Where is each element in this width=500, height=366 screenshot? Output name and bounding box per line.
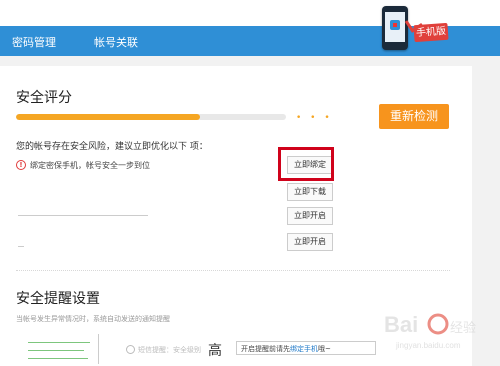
sms-reminder-radio[interactable] — [126, 345, 135, 354]
svg-text:经验: 经验 — [450, 320, 476, 336]
enable-reminder-tip: 开启提醒前请先绑定手机哦~ — [236, 341, 376, 355]
app-icon — [390, 20, 400, 30]
mobile-version-ribbon[interactable]: 手机版 — [413, 22, 449, 43]
top-bar — [0, 0, 500, 26]
warning-icon: ! — [16, 160, 26, 170]
security-level: 高 — [208, 343, 222, 359]
sms-reminder-label: 短信提醒：安全级别 — [138, 346, 201, 354]
bind-phone-text: 绑定密保手机，帐号安全一步到位 — [30, 161, 150, 170]
security-score-title: 安全评分 — [16, 90, 72, 106]
reminder-settings-title: 安全提醒设置 — [16, 291, 100, 307]
watermark-logo: Bai 经验 jingyan.baidu.com — [384, 312, 476, 350]
progress-dots: • • • — [296, 113, 333, 123]
nav-item-password-management[interactable]: 密码管理 — [12, 34, 56, 50]
security-score-progress — [16, 114, 286, 120]
green-line — [28, 350, 84, 351]
bind-phone-link[interactable]: 绑定手机 — [290, 345, 318, 353]
phone-screen — [385, 12, 405, 42]
green-line — [28, 342, 90, 343]
blurred-item-text — [18, 215, 148, 216]
tip-suffix: 哦~ — [318, 345, 331, 353]
progress-fill — [16, 114, 200, 120]
green-line — [28, 358, 88, 359]
enable-now-button-2[interactable]: 立即开启 — [287, 233, 333, 251]
svg-text:Bai: Bai — [384, 312, 418, 337]
svg-text:jingyan.baidu.com: jingyan.baidu.com — [395, 341, 461, 350]
recheck-button[interactable]: 重新检测 — [379, 104, 449, 129]
section-divider — [16, 270, 450, 271]
reminder-subtitle: 当帐号发生异常情况时，系统自动发送的通知提醒 — [16, 315, 170, 323]
separator-line — [98, 334, 99, 364]
nav-item-account-link[interactable]: 帐号关联 — [94, 34, 138, 50]
highlight-box — [278, 147, 334, 181]
risk-warning-text: 您的帐号存在安全风险，建议立即优化以下 项： — [16, 142, 208, 152]
tip-prefix: 开启提醒前请先 — [241, 345, 290, 353]
enable-now-button[interactable]: 立即开启 — [287, 207, 333, 225]
phone-icon[interactable] — [382, 6, 408, 50]
blurred-item-text — [18, 246, 24, 247]
download-now-button[interactable]: 立即下载 — [287, 183, 333, 201]
